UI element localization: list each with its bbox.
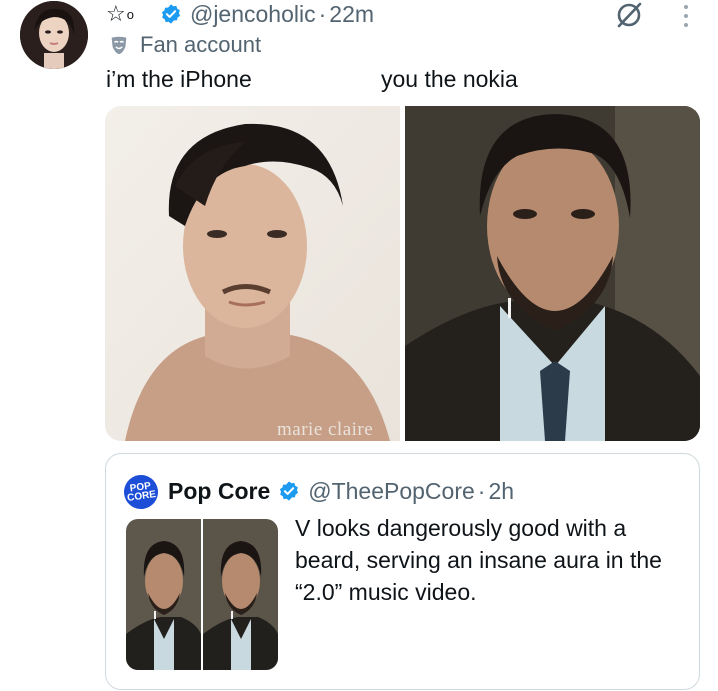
separator-dot: · [477,477,486,504]
quoted-author-handle[interactable]: @TheePopCore [308,478,475,505]
verified-badge-icon [161,4,181,24]
quoted-tweet-header: Pop Core @TheePopCore · 2h [168,476,514,506]
more-options-icon[interactable] [681,5,691,27]
quoted-tweet[interactable]: POP CORE Pop Core @TheePopCore · 2h V lo… [105,453,700,690]
quoted-author-avatar[interactable]: POP CORE [121,472,161,512]
quoted-media-thumb-right[interactable] [203,519,278,670]
verified-badge-icon [280,481,299,501]
grok-icon[interactable] [614,0,644,30]
author-avatar[interactable] [20,1,88,69]
mask-icon [111,36,127,55]
quoted-tweet-text: V looks dangerously good with a beard, s… [295,515,662,605]
quoted-avatar-text-bottom: CORE [126,488,157,504]
fan-account-label: Fan account [108,32,261,58]
circle-symbol: o [126,6,134,22]
media-photo-left[interactable]: marie claire [105,106,400,441]
fan-account-text: Fan account [140,32,262,57]
watermark-text: marie claire [277,419,374,440]
tweet-timestamp[interactable]: 22m [329,1,374,28]
tweet-text-left: i’m the iPhone [106,66,252,92]
tweet-header: ☆ o @jencoholic · 22m [106,0,374,28]
author-handle[interactable]: @jencoholic [190,1,316,28]
tweet-text-right: you the nokia [381,66,518,92]
quoted-tweet-media[interactable] [126,519,278,670]
star-symbol: ☆ [106,1,126,26]
quoted-author-name[interactable]: Pop Core [168,478,270,505]
tweet-media[interactable]: marie claire [105,106,700,441]
quoted-media-thumb-left[interactable] [126,519,201,670]
media-photo-right[interactable] [405,106,700,441]
separator-dot: · [318,0,327,27]
quoted-tweet-timestamp[interactable]: 2h [488,478,514,505]
